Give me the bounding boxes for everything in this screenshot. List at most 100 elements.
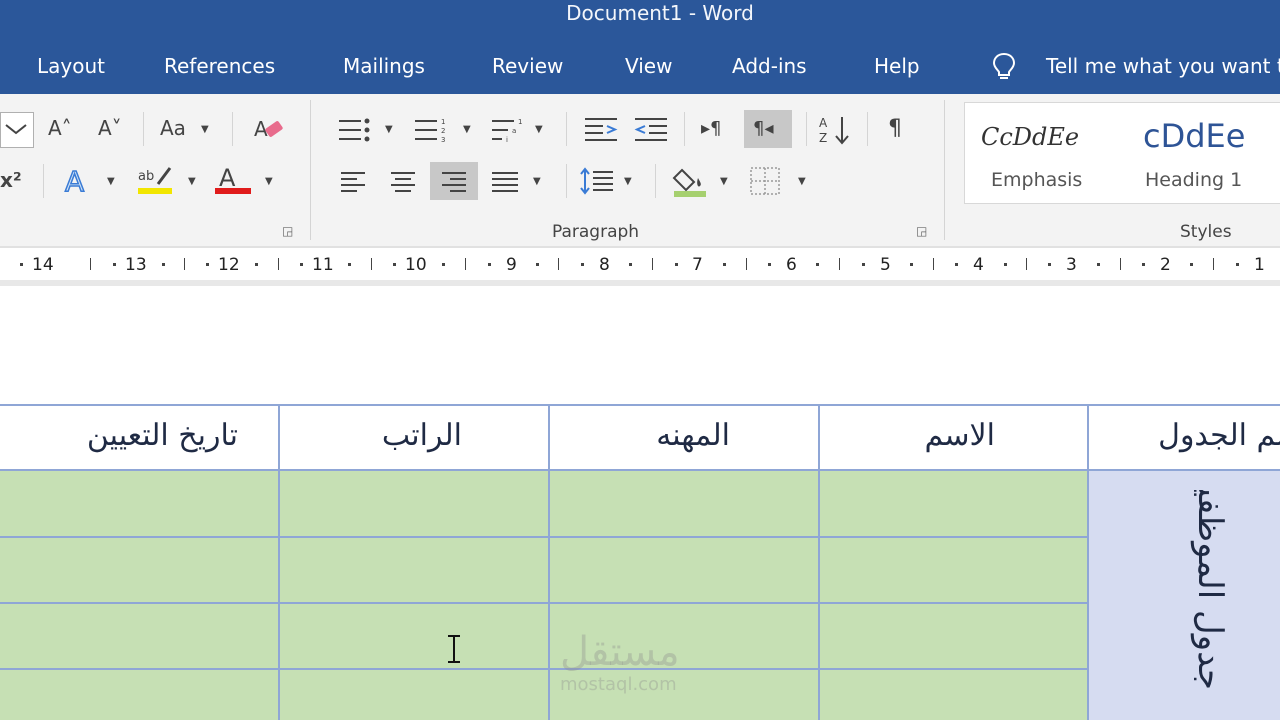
style-heading-1[interactable]: cDdEe Heading 1 <box>1133 103 1280 203</box>
chevron-down-icon[interactable]: ▼ <box>188 176 196 187</box>
show-formatting-marks-icon[interactable]: ¶ <box>888 116 902 141</box>
separator <box>684 112 685 146</box>
ruler-number: 14 <box>32 255 54 275</box>
ruler-dot <box>162 263 165 266</box>
ruler-tick <box>371 258 372 270</box>
svg-text:A: A <box>219 164 236 192</box>
separator <box>806 112 807 146</box>
ruler-number: 13 <box>125 255 147 275</box>
lightbulb-icon[interactable] <box>988 50 1020 82</box>
ruler-tick <box>746 258 747 270</box>
svg-text:1: 1 <box>441 118 445 126</box>
header-table-name: اسم الجدول <box>1158 418 1280 453</box>
clear-formatting-icon[interactable]: A <box>252 114 286 144</box>
svg-text:ab: ab <box>138 169 154 184</box>
superscript-icon[interactable]: x² <box>0 168 22 192</box>
chevron-down-icon[interactable]: ▼ <box>385 124 393 135</box>
chevron-down-icon[interactable]: ▼ <box>720 176 728 187</box>
table-header-cell[interactable]: اسم الجدول <box>1089 406 1280 469</box>
merged-cell-text: جدول الموظفين <box>1190 490 1230 690</box>
style-name: Heading 1 <box>1145 169 1243 191</box>
bullets-icon[interactable] <box>337 116 373 144</box>
ruler-dot <box>1142 263 1145 266</box>
table-header-cell[interactable]: المهنه <box>550 406 818 469</box>
paragraph-dialog-launcher-icon[interactable]: ◲ <box>916 224 927 238</box>
ruler-dot <box>629 263 632 266</box>
separator <box>143 112 144 146</box>
styles-group-label: Styles <box>1180 222 1232 242</box>
ruler-dot <box>675 263 678 266</box>
chevron-down-icon[interactable]: ▼ <box>535 124 543 135</box>
decrease-indent-icon[interactable] <box>633 116 669 144</box>
right-to-left-button[interactable]: ¶◂ <box>744 110 792 148</box>
ruler-tick <box>1213 258 1214 270</box>
tab-layout[interactable]: Layout <box>37 54 105 78</box>
left-to-right-icon[interactable]: ▸¶ <box>701 118 722 139</box>
chevron-down-icon[interactable]: ▼ <box>201 124 209 135</box>
table-header-cell[interactable]: الراتب <box>280 406 548 469</box>
separator <box>566 164 567 198</box>
tab-help[interactable]: Help <box>874 54 920 78</box>
tab-view[interactable]: View <box>625 54 672 78</box>
chevron-down-icon[interactable]: ▼ <box>107 176 115 187</box>
shrink-font-icon[interactable]: A˅ <box>98 116 122 140</box>
change-case-icon[interactable]: Aa <box>160 116 186 140</box>
highlight-color-icon[interactable]: ab <box>136 164 176 198</box>
ruler-dot <box>442 263 445 266</box>
chevron-down-icon <box>5 124 27 135</box>
ruler-dot <box>20 263 23 266</box>
ruler-tick <box>558 258 559 270</box>
grow-font-icon[interactable]: A˄ <box>48 116 72 140</box>
ruler-number: 4 <box>973 255 984 275</box>
tab-add-ins[interactable]: Add-ins <box>732 54 807 78</box>
sort-icon[interactable]: A Z <box>818 114 854 146</box>
ruler-tick <box>839 258 840 270</box>
separator <box>232 112 233 146</box>
table-border <box>0 668 1088 670</box>
watermark: مستقل mostaql.com <box>560 630 680 695</box>
align-right-button[interactable] <box>430 162 478 200</box>
chevron-down-icon[interactable]: ▼ <box>798 176 806 187</box>
tell-me-search[interactable]: Tell me what you want to do <box>1046 54 1280 78</box>
tab-review[interactable]: Review <box>492 54 563 78</box>
ruler-dot <box>536 263 539 266</box>
borders-icon[interactable] <box>749 166 781 196</box>
align-left-icon[interactable] <box>339 170 367 192</box>
style-emphasis[interactable]: CcDdEe Emphasis <box>965 103 1123 203</box>
line-spacing-icon[interactable] <box>579 166 615 196</box>
table-border <box>0 536 1088 538</box>
ruler-dot <box>1004 263 1007 266</box>
ruler-tick <box>184 258 185 270</box>
svg-text:1: 1 <box>518 118 522 126</box>
table-header-cell[interactable]: تاريخ التعيين <box>0 406 278 469</box>
chevron-down-icon[interactable]: ▼ <box>624 176 632 187</box>
tab-references[interactable]: References <box>164 54 275 78</box>
justify-icon[interactable] <box>490 170 520 192</box>
ruler-dot <box>768 263 771 266</box>
header-hire-date: تاريخ التعيين <box>86 418 238 453</box>
ruler-number: 3 <box>1066 255 1077 275</box>
align-center-icon[interactable] <box>389 170 417 192</box>
group-separator <box>944 100 945 240</box>
font-size-dropdown[interactable] <box>0 112 34 148</box>
chevron-down-icon[interactable]: ▼ <box>533 176 541 187</box>
multilevel-list-icon[interactable]: 1ai <box>490 116 526 144</box>
horizontal-ruler[interactable]: 14 13 12 11 10 9 8 7 6 5 4 3 2 1 <box>0 252 1280 278</box>
shading-icon[interactable] <box>672 164 708 198</box>
text-effects-icon[interactable]: A <box>62 164 96 198</box>
table-header-cell[interactable]: الاسم <box>820 406 1087 469</box>
svg-text:a: a <box>512 127 516 135</box>
tab-mailings[interactable]: Mailings <box>343 54 425 78</box>
font-color-icon[interactable]: A <box>213 164 253 198</box>
chevron-down-icon[interactable]: ▼ <box>463 124 471 135</box>
increase-indent-icon[interactable] <box>583 116 619 144</box>
table-body-green[interactable] <box>0 470 1088 720</box>
svg-text:Z: Z <box>819 131 827 145</box>
right-to-left-icon: ¶◂ <box>753 118 774 139</box>
ruler-dot <box>255 263 258 266</box>
chevron-down-icon[interactable]: ▼ <box>265 176 273 187</box>
ruler-dot <box>581 263 584 266</box>
font-dialog-launcher-icon[interactable]: ◲ <box>282 224 293 238</box>
ruler-number: 8 <box>599 255 610 275</box>
numbering-icon[interactable]: 123 <box>413 116 449 144</box>
